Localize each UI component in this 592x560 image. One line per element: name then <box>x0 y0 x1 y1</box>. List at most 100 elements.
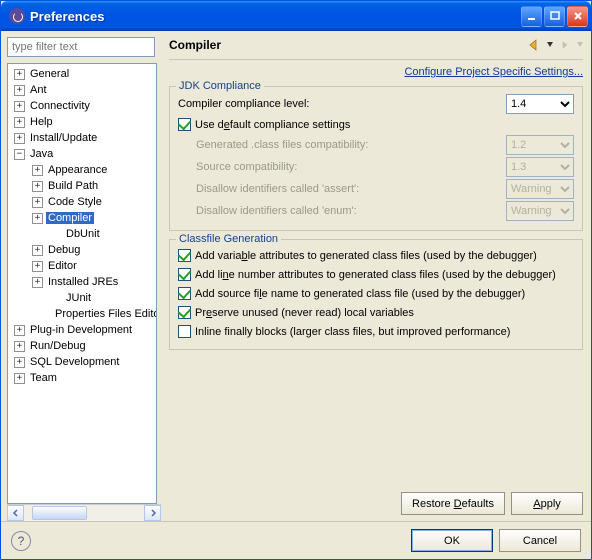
inline-finally-label: Inline finally blocks (larger class file… <box>195 326 510 338</box>
right-pane: Compiler Configure Project Specific Sett… <box>161 31 591 521</box>
tree-item-label: Java <box>28 148 55 160</box>
disallow-assert-label: Disallow identifiers called 'assert': <box>196 183 506 195</box>
app-icon <box>9 8 25 24</box>
tree-item-build-path[interactable]: +Build Path <box>8 178 156 194</box>
minimize-button[interactable] <box>521 6 542 27</box>
jdk-compliance-group: JDK Compliance Compiler compliance level… <box>169 86 583 231</box>
tree-item-label: Editor <box>46 260 79 272</box>
tree-item-properties-files-editor[interactable]: Properties Files Editor <box>8 306 156 322</box>
expand-icon[interactable]: + <box>14 357 25 368</box>
disallow-assert-select: Warning <box>506 179 574 199</box>
close-button[interactable] <box>567 6 588 27</box>
restore-defaults-button[interactable]: Restore Defaults <box>401 492 505 515</box>
left-pane: +General+Ant+Connectivity+Help+Install/U… <box>1 31 161 521</box>
tree-item-label: JUnit <box>64 292 93 304</box>
expand-icon[interactable]: + <box>14 69 25 80</box>
preferences-tree[interactable]: +General+Ant+Connectivity+Help+Install/U… <box>8 64 156 388</box>
footer-bar: ? OK Cancel <box>1 521 591 559</box>
tree-item-sql-development[interactable]: +SQL Development <box>8 354 156 370</box>
tree-item-ant[interactable]: +Ant <box>8 82 156 98</box>
page-title: Compiler <box>169 38 221 52</box>
expand-icon[interactable]: + <box>14 341 25 352</box>
tree-item-install-update[interactable]: +Install/Update <box>8 130 156 146</box>
expand-icon[interactable]: + <box>32 261 43 272</box>
expand-icon[interactable]: + <box>14 325 25 336</box>
expand-icon[interactable]: + <box>32 213 43 224</box>
ok-button[interactable]: OK <box>411 529 493 552</box>
expand-icon[interactable]: + <box>14 133 25 144</box>
add-source-checkbox[interactable] <box>178 287 191 300</box>
tree-item-compiler[interactable]: +Compiler <box>8 210 156 226</box>
help-icon[interactable]: ? <box>11 531 31 551</box>
disallow-enum-select: Warning <box>506 201 574 221</box>
expand-icon[interactable]: + <box>14 85 25 96</box>
expand-icon[interactable]: + <box>14 117 25 128</box>
apply-button[interactable]: Apply <box>511 492 583 515</box>
tree-item-junit[interactable]: JUnit <box>8 290 156 306</box>
add-line-checkbox[interactable] <box>178 268 191 281</box>
tree-item-label: SQL Development <box>28 356 121 368</box>
tree-item-appearance[interactable]: +Appearance <box>8 162 156 178</box>
use-default-label: Use default compliance settings <box>195 119 350 131</box>
tree-item-label: DbUnit <box>64 228 102 240</box>
tree-item-help[interactable]: +Help <box>8 114 156 130</box>
tree-item-general[interactable]: +General <box>8 66 156 82</box>
tree-item-label: Debug <box>46 244 82 256</box>
tree-item-label: Build Path <box>46 180 100 192</box>
inline-finally-checkbox[interactable] <box>178 325 191 338</box>
add-variable-checkbox[interactable] <box>178 249 191 262</box>
horizontal-scrollbar[interactable] <box>7 504 161 521</box>
tree-item-label: General <box>28 68 71 80</box>
tree-item-label: Properties Files Editor <box>53 308 157 320</box>
back-menu-icon[interactable] <box>547 42 553 48</box>
tree-item-label: Appearance <box>46 164 109 176</box>
tree-item-run-debug[interactable]: +Run/Debug <box>8 338 156 354</box>
use-default-checkbox[interactable] <box>178 118 191 131</box>
expand-icon[interactable]: + <box>32 197 43 208</box>
scroll-thumb[interactable] <box>32 506 87 520</box>
tree-item-java[interactable]: −Java <box>8 146 156 162</box>
classfile-group-title: Classfile Generation <box>176 233 281 245</box>
tree-item-label: Install/Update <box>28 132 99 144</box>
expand-icon[interactable]: + <box>14 373 25 384</box>
tree-item-label: Run/Debug <box>28 340 88 352</box>
generated-class-label: Generated .class files compatibility: <box>196 139 506 151</box>
preserve-unused-checkbox[interactable] <box>178 306 191 319</box>
scroll-right-button[interactable] <box>144 505 161 521</box>
tree-item-editor[interactable]: +Editor <box>8 258 156 274</box>
maximize-button[interactable] <box>544 6 565 27</box>
source-compat-label: Source compatibility: <box>196 161 506 173</box>
tree-item-debug[interactable]: +Debug <box>8 242 156 258</box>
forward-menu-icon <box>577 42 583 48</box>
add-variable-label: Add variable attributes to generated cla… <box>195 250 537 262</box>
filter-input[interactable] <box>7 37 155 57</box>
source-compat-select: 1.3 <box>506 157 574 177</box>
tree-item-team[interactable]: +Team <box>8 370 156 386</box>
disallow-enum-label: Disallow identifiers called 'enum': <box>196 205 506 217</box>
tree-item-installed-jres[interactable]: +Installed JREs <box>8 274 156 290</box>
tree-item-label: Compiler <box>46 212 94 224</box>
tree-item-label: Installed JREs <box>46 276 120 288</box>
back-icon[interactable] <box>525 37 541 53</box>
tree-item-label: Ant <box>28 84 49 96</box>
tree-item-code-style[interactable]: +Code Style <box>8 194 156 210</box>
tree-item-plug-in-development[interactable]: +Plug-in Development <box>8 322 156 338</box>
scroll-left-button[interactable] <box>7 505 24 521</box>
compliance-level-select[interactable]: 1.4 <box>506 94 574 114</box>
tree-item-label: Team <box>28 372 59 384</box>
expand-icon[interactable]: + <box>32 181 43 192</box>
collapse-icon[interactable]: − <box>14 149 25 160</box>
tree-item-label: Help <box>28 116 55 128</box>
expand-icon[interactable]: + <box>32 277 43 288</box>
expand-icon[interactable]: + <box>32 245 43 256</box>
tree-item-dbunit[interactable]: DbUnit <box>8 226 156 242</box>
forward-icon <box>559 39 571 51</box>
tree-item-connectivity[interactable]: +Connectivity <box>8 98 156 114</box>
configure-project-link[interactable]: Configure Project Specific Settings... <box>169 66 583 78</box>
cancel-button[interactable]: Cancel <box>499 529 581 552</box>
expand-icon[interactable]: + <box>14 101 25 112</box>
no-expand <box>50 229 61 240</box>
no-expand <box>50 293 61 304</box>
expand-icon[interactable]: + <box>32 165 43 176</box>
generated-class-select: 1.2 <box>506 135 574 155</box>
